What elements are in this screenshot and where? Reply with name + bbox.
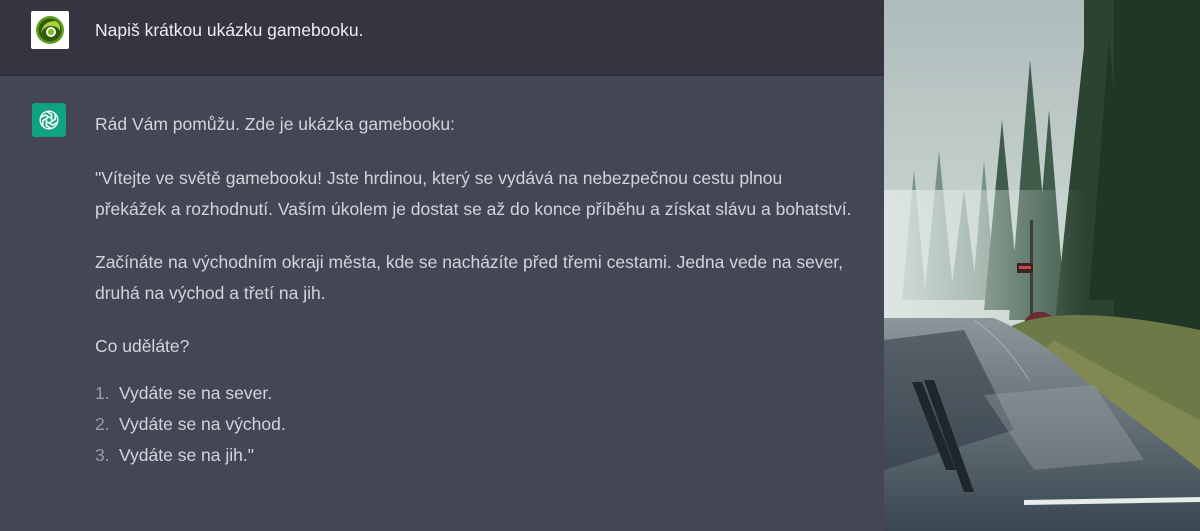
option-text: Vydáte se na sever. <box>119 383 273 403</box>
option-item: 2. Vydáte se na východ. <box>95 409 855 440</box>
user-message-row: Napiš krátkou ukázku gamebooku. <box>0 0 884 76</box>
option-text: Vydáte se na východ. <box>119 414 286 434</box>
openai-logo-icon <box>32 103 66 137</box>
user-avatar-icon <box>31 11 69 49</box>
story-question: Co uděláte? <box>95 336 190 356</box>
assistant-message-body: Rád Vám pomůžu. Zde je ukázka gamebooku:… <box>95 109 855 471</box>
option-number: 2. <box>95 414 110 434</box>
chat-thread: Napiš krátkou ukázku gamebooku. Rád Vám … <box>0 0 884 531</box>
forest-road-image <box>884 0 1200 531</box>
option-item: 3. Vydáte se na jih." <box>95 440 855 471</box>
option-number: 1. <box>95 383 110 403</box>
user-message-text: Napiš krátkou ukázku gamebooku. <box>95 20 364 40</box>
options-list: 1. Vydáte se na sever. 2. Vydáte se na výc… <box>95 378 855 471</box>
option-item: 1. Vydáte se na sever. <box>95 378 855 409</box>
option-number: 3. <box>95 445 110 465</box>
assistant-intro: Rád Vám pomůžu. Zde je ukázka gamebooku: <box>95 114 455 134</box>
assistant-message-row: Rád Vám pomůžu. Zde je ukázka gamebooku:… <box>0 76 884 531</box>
story-paragraph-2: Začínáte na východním okraji města, kde … <box>95 252 844 303</box>
option-text: Vydáte se na jih." <box>119 445 254 465</box>
story-paragraph-1: "Vítejte ve světě gamebooku! Jste hrdino… <box>95 168 852 219</box>
